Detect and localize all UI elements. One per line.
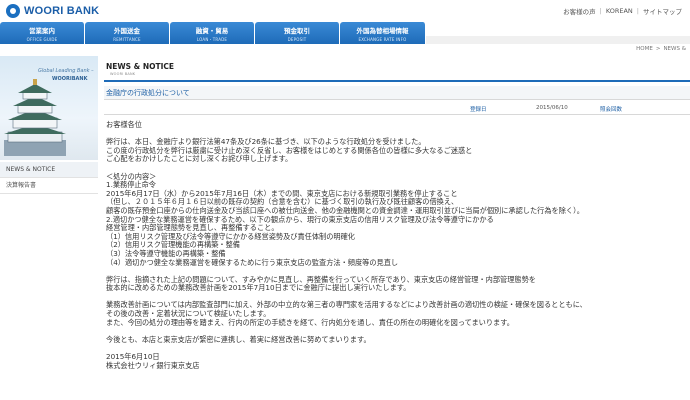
- main-content: NEWS & NOTICE WOORI BANK 金融庁の行政処分について 登録…: [104, 62, 690, 370]
- sitemap-link[interactable]: サイトマップ: [643, 6, 682, 16]
- nav-label: 外国送金: [114, 27, 140, 35]
- nav-office-guide[interactable]: 営業案内 OFFICE GUIDE: [0, 22, 85, 44]
- post-date: 2015/06/10: [536, 105, 568, 111]
- nav-sublabel: EXCHANGE RATE INFO: [358, 37, 407, 42]
- sidebar-menu: NEWS & NOTICE 決算報告書: [0, 162, 98, 194]
- bank-logo[interactable]: WOORI BANK: [6, 4, 99, 18]
- utility-links: お客様の声 | KOREAN | サイトマップ: [563, 6, 682, 16]
- breadcrumb-home[interactable]: HOME: [636, 46, 653, 52]
- main-nav: 営業案内 OFFICE GUIDE 外国送金 REMITTANCE 融資・貿易 …: [0, 22, 426, 44]
- nav-label: 預金取引: [284, 27, 310, 35]
- banner-slogan: Global Leading Bank –: [38, 68, 94, 74]
- section-title: NEWS & NOTICE: [106, 62, 175, 71]
- nav-loan-trade[interactable]: 融資・貿易 LOAN・TRADE: [170, 22, 255, 44]
- sidebar: Global Leading Bank – WOORIBANK NEWS & N…: [0, 56, 98, 400]
- korean-link[interactable]: KOREAN: [606, 7, 633, 15]
- separator: |: [599, 7, 602, 15]
- nav-sublabel: DEPOSIT: [287, 37, 307, 42]
- post-body: お客様各位 弊行は、本日、金融庁より銀行法第47条及び26条に基づき、以下のような…: [104, 120, 690, 370]
- body-line: 今後とも、本店と東京支店が緊密に連携し、着実に経営改善に努めてまいります。: [106, 334, 371, 344]
- post-meta: 登録日 2015/06/10 照会回数: [104, 102, 690, 115]
- sidebar-item-financial-report[interactable]: 決算報告書: [0, 178, 98, 194]
- date-label: 登録日: [470, 107, 487, 113]
- nav-label: 融資・貿易: [195, 27, 229, 35]
- nav-label: 外国為替相場情報: [356, 27, 409, 35]
- sidebar-item-news[interactable]: NEWS & NOTICE: [0, 162, 98, 178]
- views-label: 照会回数: [600, 107, 623, 113]
- body-line: 株式会社ウリィ銀行東京支店: [106, 360, 200, 370]
- nav-sublabel: LOAN・TRADE: [196, 37, 228, 42]
- body-line: 抜本的に改めるための業務改善計画を2015年7月10日までに金融庁に提出し実行い…: [106, 283, 411, 293]
- body-line: ＜処分の内容＞: [106, 171, 157, 181]
- nav-remittance[interactable]: 外国送金 REMITTANCE: [85, 22, 170, 44]
- sidebar-banner: Global Leading Bank – WOORIBANK: [0, 56, 98, 160]
- body-line: （4）適切かつ健全な業務運営を確保するために行う東京支店の監査方法・頻度等の見直…: [106, 257, 399, 267]
- breadcrumb: HOME > NEWS &: [636, 46, 686, 52]
- customer-voice-link[interactable]: お客様の声: [563, 6, 596, 16]
- nav-label: 営業案内: [29, 27, 55, 35]
- section-divider: [104, 80, 690, 82]
- osaka-castle-icon: [4, 79, 66, 156]
- section-subtitle: WOORI BANK: [110, 72, 136, 76]
- woori-logo-icon: [6, 4, 20, 18]
- logo-text: WOORI BANK: [24, 5, 100, 17]
- breadcrumb-news[interactable]: NEWS &: [663, 46, 686, 52]
- nav-sublabel: OFFICE GUIDE: [26, 37, 58, 42]
- nav-exchange-rate[interactable]: 外国為替相場情報 EXCHANGE RATE INFO: [340, 22, 426, 44]
- top-header: WOORI BANK お客様の声 | KOREAN | サイトマップ: [0, 0, 690, 22]
- nav-strip: [426, 36, 690, 44]
- separator: |: [636, 7, 639, 15]
- chevron-right-icon: >: [655, 46, 661, 52]
- nav-deposit[interactable]: 預金取引 DEPOSIT: [255, 22, 340, 44]
- nav-sublabel: REMITTANCE: [113, 37, 141, 42]
- body-line: また、今回の処分の理由等を踏まえ、行内の所定の手続きを経て、行内処分を通し、責任…: [106, 317, 514, 327]
- body-line: ご心配をおかけしたことに対し深くお詫び申し上げます。: [106, 154, 293, 164]
- post-title: 金融庁の行政処分について: [104, 86, 690, 100]
- body-line: お客様各位: [106, 120, 142, 129]
